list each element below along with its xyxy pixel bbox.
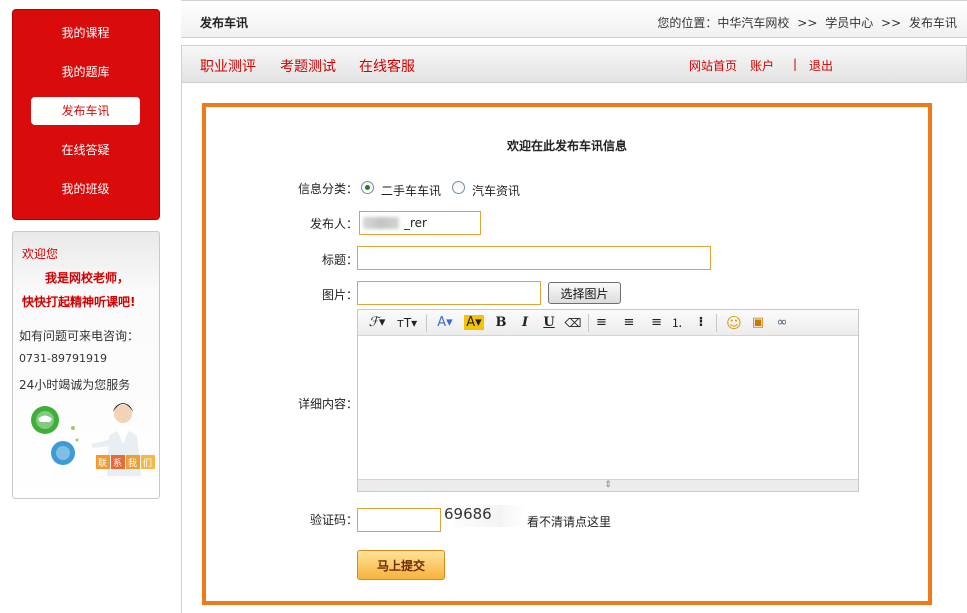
toolbar-separator [426,314,427,332]
radio-used-car-news-label[interactable]: 二手车车讯 [381,182,441,199]
align-left-icon[interactable]: ≡ [596,313,614,333]
sidebar-item-online-qa[interactable]: 在线答疑 [31,136,140,164]
menu-site-home[interactable]: 网站首页 [689,57,737,74]
font-color-icon[interactable]: A▾ [434,313,456,333]
align-center-icon[interactable]: ≡ [620,313,638,333]
choose-image-button[interactable]: 选择图片 [548,282,621,304]
menu-online-service[interactable]: 在线客服 [359,56,415,76]
toolbar-separator [588,314,589,332]
form-heading: 欢迎在此发布车讯信息 [506,139,627,153]
breadcrumb: 您的位置：中华汽车网校 >> 学员中心 >> 发布车讯 [657,14,957,31]
background-color-icon[interactable]: A▾ [462,313,486,333]
radio-auto-info-label[interactable]: 汽车资讯 [472,182,520,199]
highlight-glyph: A▾ [464,315,484,330]
breadcrumb-home[interactable]: 中华汽车网校 [717,16,789,30]
image-path-input[interactable] [357,281,541,305]
sidebar-item-publish-car-news[interactable]: 发布车讯 [31,97,140,125]
font-family-icon[interactable]: ℱ▾ [366,313,388,333]
contact-prompt: 如有问题可来电咨询： [19,329,140,343]
contact-phone: 0731-89791919 [19,352,107,365]
menu-exam-test[interactable]: 考题测试 [280,56,336,76]
captcha-refresh-link[interactable]: 看不清请点这里 [527,513,611,530]
captcha-input[interactable] [357,508,441,532]
insert-image-icon[interactable]: ▣ [748,313,768,333]
editor-toolbar: ℱ▾ ᴛT▾ A▾ A▾ B I U ⌫ ≡ ≡ ≡ ⒈ ⁝ ☺ ▣ ∞ [358,310,858,336]
bold-icon[interactable]: B [492,313,510,333]
breadcrumb-bar: 发布车讯 您的位置：中华汽车网校 >> 学员中心 >> 发布车讯 [181,0,967,38]
menu-logout[interactable]: 退出 [809,57,833,74]
sidebar-item-my-question-bank[interactable]: 我的题库 [31,58,140,86]
sidebar-nav: 我的课程 我的题库 发布车讯 在线答疑 我的班级 [12,9,160,220]
author-field-wrap [359,211,481,235]
underline-icon[interactable]: U [540,313,558,333]
breadcrumb-separator: >> [881,16,902,30]
radio-auto-info[interactable] [452,181,465,194]
captcha-label: 验证码： [309,513,358,527]
breadcrumb-student-center[interactable]: 学员中心 [825,16,873,30]
content-divider [181,83,182,613]
welcome-encourage-line: 快快打起精神听课吧! [22,295,136,309]
welcome-role-line: 我是网校老师， [45,271,130,285]
publish-form: 欢迎在此发布车讯信息 信息分类： 二手车车讯 汽车资讯 发布人： 标题： 图片：… [202,103,932,605]
service-hours: 24小时竭诚为您服务 [19,378,131,392]
menu-bar: 职业测评 考题测试 在线客服 网站首页 账户 | 退出 [181,45,967,83]
author-label: 发布人： [309,217,358,231]
menu-account[interactable]: 账户 [750,57,774,74]
radio-used-car-news[interactable] [361,181,374,194]
submit-button[interactable]: 马上提交 [357,550,445,580]
sidebar-item-my-class[interactable]: 我的班级 [31,175,140,203]
author-name-blurred [363,217,399,229]
welcome-panel: 欢迎您 我是网校老师， 快快打起精神听课吧! 如有问题可来电咨询： 0731-8… [12,231,160,499]
ordered-list-icon[interactable]: ⒈ [668,313,686,333]
emoticon-icon[interactable]: ☺ [724,313,744,333]
title-input[interactable] [357,246,711,270]
toolbar-separator [716,314,717,332]
align-right-icon[interactable]: ≡ [644,313,662,333]
content-label: 详细内容： [297,397,358,411]
contact-us-illustration[interactable]: 联系我们 [25,400,155,480]
rich-text-editor: ℱ▾ ᴛT▾ A▾ A▾ B I U ⌫ ≡ ≡ ≡ ⒈ ⁝ ☺ ▣ ∞ ⇕ [357,309,859,492]
image-label: 图片： [321,288,358,302]
breadcrumb-separator: >> [797,16,818,30]
captcha-image[interactable]: 69686 [444,505,524,527]
contact-us-label: 联系我们 [98,459,159,469]
category-label: 信息分类： [297,182,358,196]
breadcrumb-prefix: 您的位置： [657,16,718,30]
editor-resize-handle[interactable]: ⇕ [358,479,858,491]
font-size-icon[interactable]: ᴛT▾ [394,313,420,333]
unordered-list-icon[interactable]: ⁝ [692,313,710,333]
page-title: 发布车讯 [200,16,249,30]
menu-divider: | [793,57,798,71]
eraser-icon[interactable]: ⌫ [564,313,582,333]
title-label: 标题： [321,253,358,267]
breadcrumb-current: 发布车讯 [908,16,957,30]
editor-content-area[interactable] [358,337,858,478]
welcome-greeting: 欢迎您 [22,247,59,261]
menu-career-assessment[interactable]: 职业测评 [200,56,256,76]
sidebar-item-my-courses[interactable]: 我的课程 [31,19,140,47]
italic-icon[interactable]: I [516,313,534,333]
link-icon[interactable]: ∞ [772,313,792,333]
